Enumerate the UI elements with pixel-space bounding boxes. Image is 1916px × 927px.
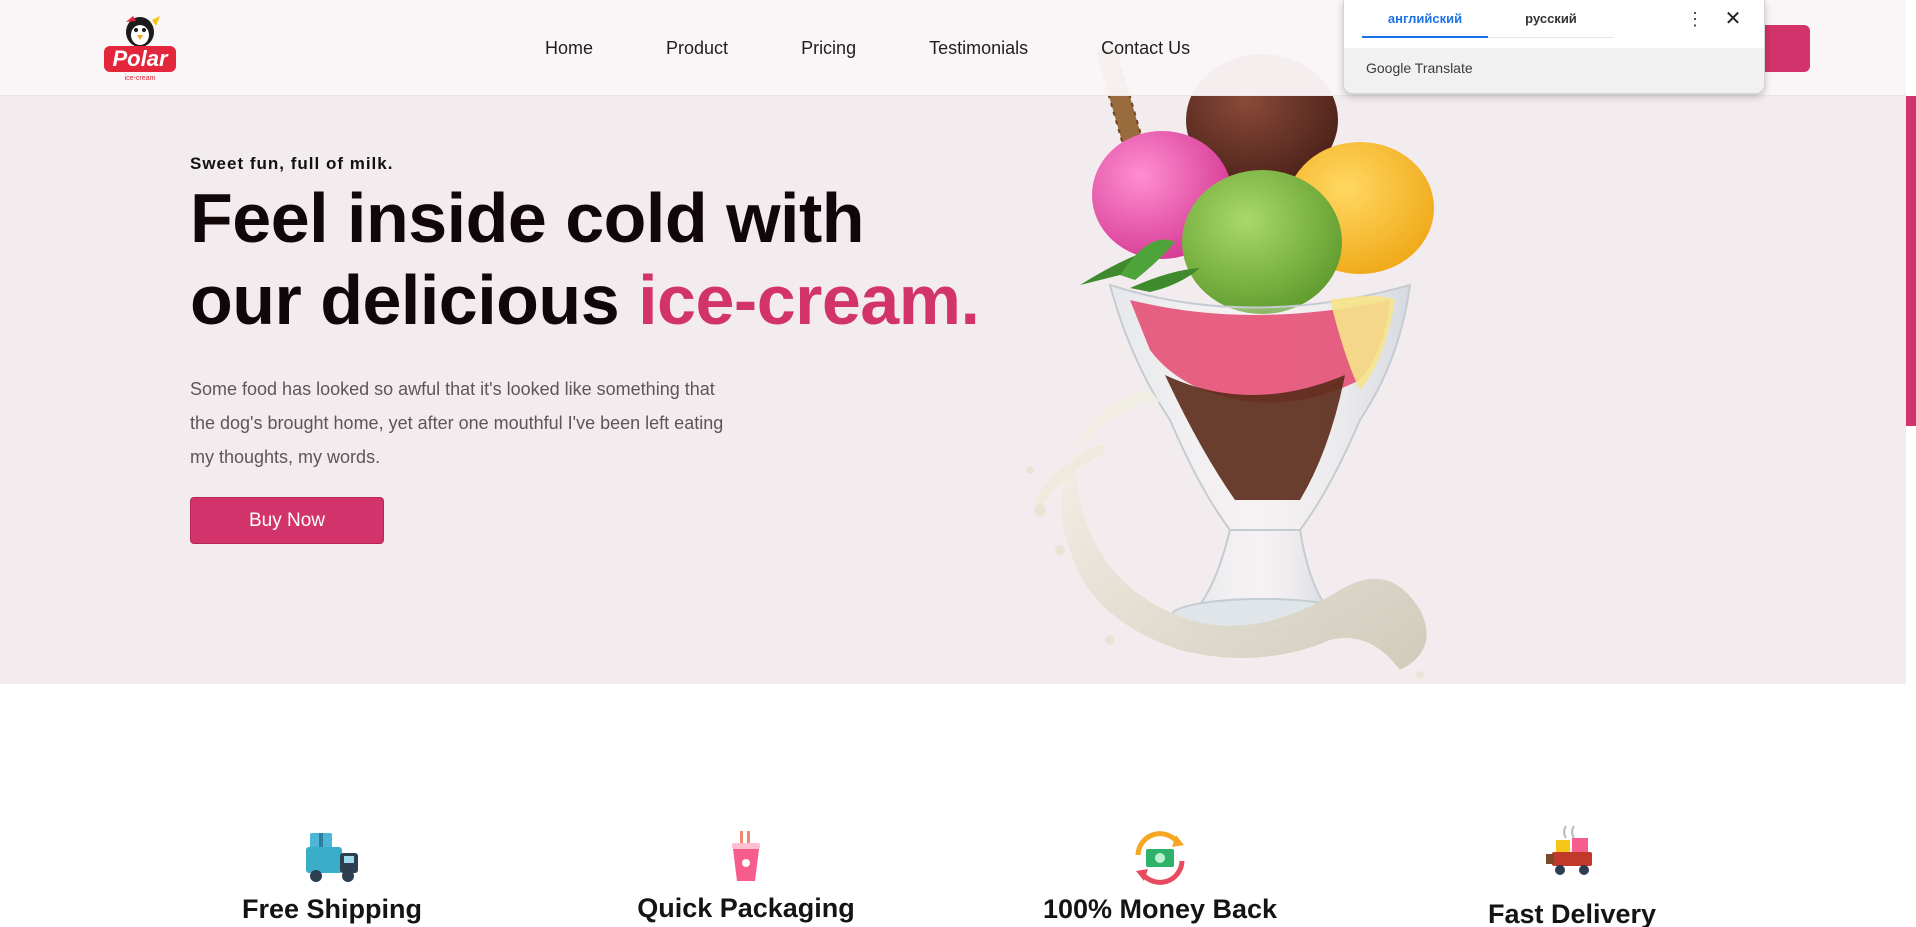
polar-logo[interactable]: Polar ice-cream [100,12,180,82]
delivery-cart-icon [1546,825,1592,875]
hero-description: Some food has looked so awful that it's … [190,379,724,467]
feature-title: 100% Money Back [1042,894,1278,924]
features-section: Free Shipping Quick Packaging 100% Money… [0,684,1906,927]
translate-language-tabs: английский русский [1362,0,1614,40]
headline-line-1: Feel inside cold with [190,179,865,257]
nav-link-product[interactable]: Product [666,38,728,59]
feature-title: Fast Delivery [1487,899,1657,927]
headline-line-2: our delicious [190,261,639,339]
feature-title: Quick Packaging [637,893,855,923]
ice-cream-sundae-image [1026,44,1434,679]
hero-headline: Feel inside cold with our delicious ice-… [190,177,980,341]
google-translate-popup: английский русский ⋮ ✕ Google Translate [1343,0,1765,94]
nav-link-pricing[interactable]: Pricing [801,38,856,59]
drink-cup-icon [732,831,760,881]
google-translate-brand: Google Translate [1366,60,1473,76]
buy-now-button[interactable]: Buy Now [190,497,384,544]
hero-tagline: Sweet fun, full of milk. [190,154,394,173]
close-icon[interactable]: ✕ [1722,8,1744,30]
more-vertical-icon[interactable]: ⋮ [1684,8,1706,30]
delivery-truck-icon [306,833,358,882]
svg-text:ice-cream: ice-cream [125,75,156,82]
tab-source-language[interactable]: английский [1362,0,1488,38]
money-refund-icon [1135,831,1185,885]
tab-target-language[interactable]: русский [1488,0,1614,38]
scrollbar-thumb[interactable] [1906,96,1916,426]
translate-footer: Google Translate [1344,48,1764,93]
svg-text:Polar: Polar [112,46,168,71]
nav-menu: Home Product Pricing Testimonials Contac… [545,0,1263,96]
feature-title: Free Shipping [241,894,422,924]
nav-link-contact-us[interactable]: Contact Us [1101,38,1190,59]
brand-translate: Translate [1414,60,1473,76]
brand-google: Google [1366,60,1412,76]
headline-accent: ice-cream. [638,261,980,339]
nav-link-testimonials[interactable]: Testimonials [929,38,1028,59]
nav-link-home[interactable]: Home [545,38,593,59]
hero-section [0,0,1906,684]
